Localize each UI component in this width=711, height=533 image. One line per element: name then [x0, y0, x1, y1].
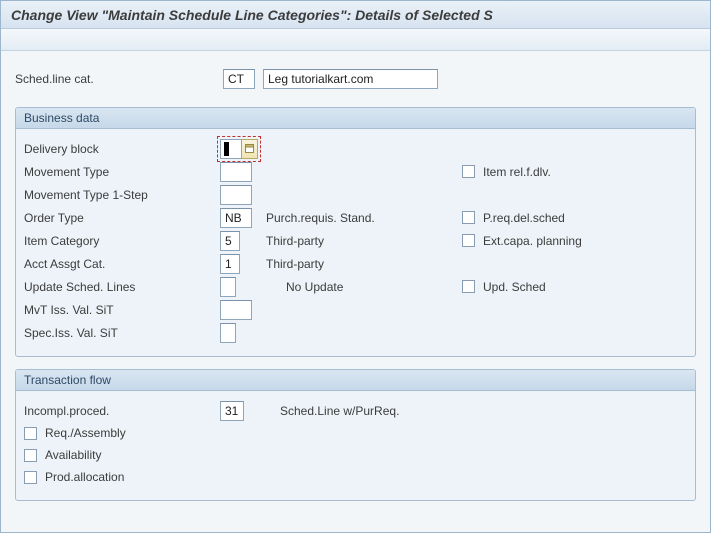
spec-iss-val-sit-input[interactable] [220, 323, 236, 343]
delivery-block-field-wrap [220, 139, 258, 159]
delivery-block-input[interactable] [220, 139, 242, 159]
p-req-del-sched-label: P.req.del.sched [483, 211, 565, 225]
item-category-desc: Third-party [266, 234, 456, 248]
p-req-del-sched-checkbox[interactable] [462, 211, 475, 224]
business-data-group: Business data Delivery block [15, 107, 696, 357]
delivery-block-label: Delivery block [24, 142, 214, 156]
movement-type-1step-input[interactable] [220, 185, 252, 205]
sap-window: Change View "Maintain Schedule Line Cate… [0, 0, 711, 533]
order-type-label: Order Type [24, 211, 214, 225]
movement-type-input[interactable] [220, 162, 252, 182]
incompl-proced-desc: Sched.Line w/PurReq. [266, 404, 456, 418]
transaction-flow-body: Incompl.proced. Sched.Line w/PurReq. Req… [16, 391, 695, 500]
ext-capa-planning-checkbox[interactable] [462, 234, 475, 247]
incompl-proced-label: Incompl.proced. [24, 404, 214, 418]
acct-assgt-cat-input[interactable] [220, 254, 240, 274]
order-type-desc: Purch.requis. Stand. [266, 211, 456, 225]
acct-assgt-cat-label: Acct Assgt Cat. [24, 257, 214, 271]
mvt-iss-val-sit-input[interactable] [220, 300, 252, 320]
incompl-proced-input[interactable] [220, 401, 244, 421]
item-category-input[interactable] [220, 231, 240, 251]
item-rel-f-dlv-label: Item rel.f.dlv. [483, 165, 551, 179]
movement-type-1step-label: Movement Type 1-Step [24, 188, 214, 202]
upd-sched-label: Upd. Sched [483, 280, 546, 294]
spec-iss-val-sit-label: Spec.Iss. Val. SiT [24, 326, 214, 340]
window-title-text: Change View "Maintain Schedule Line Cate… [11, 7, 493, 23]
upd-sched-checkbox[interactable] [462, 280, 475, 293]
business-data-title: Business data [16, 108, 695, 129]
prod-allocation-checkbox[interactable] [24, 471, 37, 484]
sched-line-cat-label: Sched.line cat. [15, 72, 215, 86]
ext-capa-planning-label: Ext.capa. planning [483, 234, 582, 248]
transaction-flow-group: Transaction flow Incompl.proced. Sched.L… [15, 369, 696, 501]
sched-line-cat-input[interactable] [223, 69, 255, 89]
req-assembly-label: Req./Assembly [45, 426, 126, 440]
header-row: Sched.line cat. [15, 69, 696, 89]
item-category-label: Item Category [24, 234, 214, 248]
sched-line-cat-desc-input[interactable] [263, 69, 438, 89]
availability-checkbox[interactable] [24, 449, 37, 462]
mvt-iss-val-sit-label: MvT Iss. Val. SiT [24, 303, 214, 317]
update-sched-lines-label: Update Sched. Lines [24, 280, 214, 294]
application-toolbar [1, 29, 710, 51]
req-assembly-checkbox[interactable] [24, 427, 37, 440]
movement-type-label: Movement Type [24, 165, 214, 179]
transaction-flow-title: Transaction flow [16, 370, 695, 391]
update-sched-lines-input[interactable] [220, 277, 236, 297]
item-rel-f-dlv-checkbox[interactable] [462, 165, 475, 178]
prod-allocation-label: Prod.allocation [45, 470, 124, 484]
acct-assgt-cat-desc: Third-party [266, 257, 456, 271]
order-type-input[interactable] [220, 208, 252, 228]
window-title: Change View "Maintain Schedule Line Cate… [1, 1, 710, 29]
delivery-block-f4-button[interactable] [242, 139, 258, 159]
text-cursor [224, 142, 229, 156]
business-data-body: Delivery block [16, 129, 695, 356]
content-area: Sched.line cat. Business data Delivery b… [1, 51, 710, 501]
update-sched-lines-desc: No Update [266, 280, 456, 294]
availability-label: Availability [45, 448, 101, 462]
